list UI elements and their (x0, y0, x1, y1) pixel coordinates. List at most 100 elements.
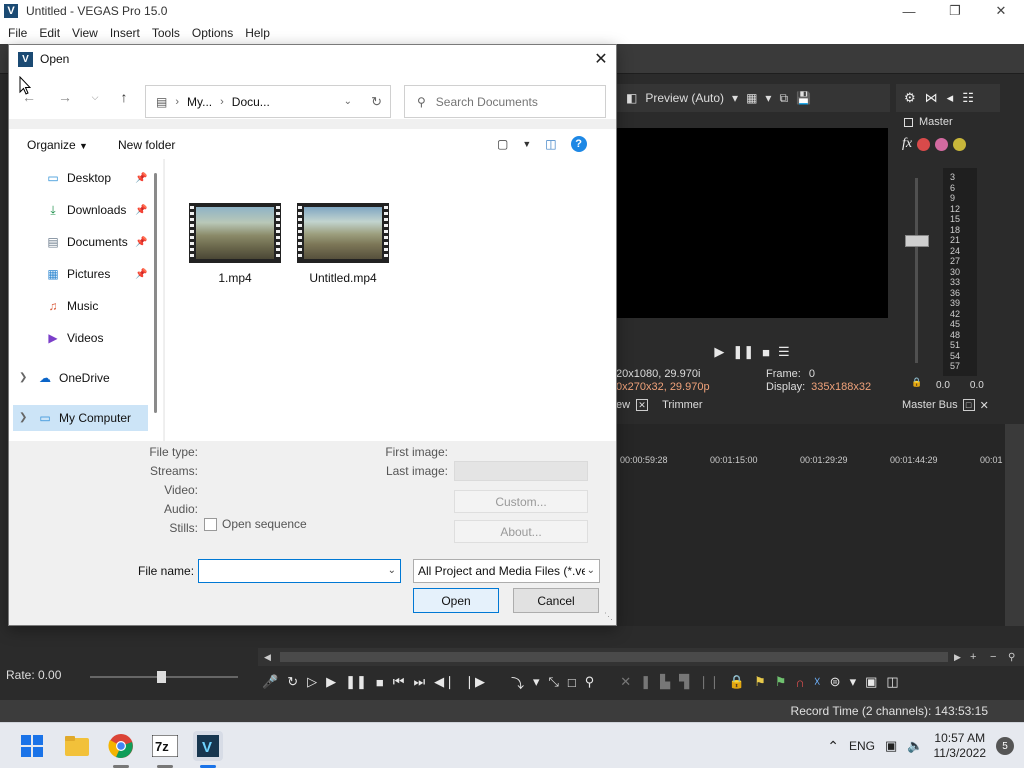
play-icon[interactable]: ▶ (714, 344, 724, 360)
fx-icon[interactable]: fx (902, 136, 912, 152)
rate-slider-knob[interactable] (157, 671, 166, 683)
selection-tool-icon[interactable]: □ (568, 675, 576, 690)
gear-red-icon[interactable] (917, 137, 931, 151)
delete-icon[interactable]: ✕ (620, 674, 631, 690)
file-item[interactable]: 1.mp4 (187, 203, 283, 285)
up-arrow-icon[interactable]: ↑ (114, 87, 134, 107)
forward-arrow-icon[interactable]: → (55, 87, 75, 107)
menu-file[interactable]: File (2, 26, 33, 40)
navigation-pane-scrollbar[interactable] (154, 173, 157, 413)
gear-icon[interactable]: ⚙ (904, 90, 916, 106)
solo-icon[interactable] (953, 137, 967, 151)
master-fader-track[interactable] (915, 178, 918, 363)
menu-options[interactable]: Options (186, 26, 239, 40)
open-sequence-option[interactable]: Open sequence (204, 517, 307, 531)
menu-help[interactable]: Help (239, 26, 276, 40)
help-icon[interactable]: ? (570, 136, 587, 152)
snap-icon[interactable]: ∩ (795, 675, 804, 690)
view-mode-icon[interactable]: ▢ (497, 137, 508, 151)
auto-crossfade-icon[interactable]: ☓ (814, 674, 821, 690)
search-box[interactable]: ⚲ (404, 85, 606, 118)
expand-chevron-icon[interactable]: ❯ (19, 412, 27, 423)
ignore-grouping-icon[interactable]: ◫ (886, 674, 898, 690)
language-indicator[interactable]: ENG (849, 739, 875, 753)
menu-view[interactable]: View (66, 26, 104, 40)
preview-quality-dropdown[interactable]: Preview (Auto) (645, 91, 724, 105)
speaker-icon[interactable]: ◂ (947, 90, 954, 106)
zoom-in-icon[interactable]: + (970, 651, 976, 663)
master-checkbox-icon[interactable] (904, 117, 913, 127)
dialog-close-button[interactable]: ✕ (586, 45, 616, 73)
preview-pane-icon[interactable]: ◫ (545, 137, 556, 151)
close-icon[interactable]: ✕ (980, 399, 989, 412)
address-bar[interactable]: ▤ › My... › Docu... ⌄ ↻ (145, 85, 391, 118)
minimize-button[interactable]: — (886, 0, 932, 22)
7zip-icon[interactable]: 7z (150, 731, 180, 761)
envelope-tool-icon[interactable]: ⤡ (548, 674, 558, 690)
lock-icon[interactable]: 🔒 (911, 377, 922, 388)
stop-icon[interactable]: ■ (762, 345, 770, 360)
marker-icon[interactable]: ⚑ (754, 674, 766, 690)
chevron-up-icon[interactable]: ⌃ (827, 738, 839, 755)
zoom-out-icon[interactable]: − (990, 651, 996, 663)
pause-icon[interactable]: ❚❚ (345, 674, 367, 690)
previous-frame-icon[interactable]: ◀❘ (434, 674, 455, 690)
close-icon[interactable]: ✕ (636, 399, 649, 411)
chevron-down-icon[interactable]: ▾ (850, 674, 857, 690)
scroll-right-icon[interactable]: ▶ (954, 652, 961, 663)
timeline-ruler[interactable]: 00:00:59:28 00:01:15:00 00:01:29:29 00:0… (616, 450, 1006, 470)
chrome-icon[interactable] (106, 731, 136, 761)
float-icon[interactable]: □ (962, 399, 975, 411)
lock-icon[interactable]: 🔒 (729, 674, 745, 690)
go-to-end-icon[interactable]: ⏭ (413, 674, 425, 690)
file-list-pane[interactable]: 1.mp4 Untitled.mp4 (164, 159, 616, 441)
split-icon[interactable]: ❘❘ (698, 674, 720, 690)
file-type-filter[interactable]: All Project and Media Files (*.ve ⌄ (413, 559, 600, 583)
chevron-down-icon[interactable]: ▾ (765, 91, 771, 105)
volume-icon[interactable]: 🔈 (907, 738, 923, 754)
trim-end-icon[interactable]: ▜ (679, 674, 689, 690)
nav-item-documents[interactable]: ▤ Documents (45, 231, 127, 253)
nav-item-my-computer[interactable]: ▭ My Computer (37, 407, 131, 429)
chevron-down-icon[interactable]: ▾ (732, 91, 738, 105)
master-bus-tab[interactable]: Master Bus □ ✕ (896, 396, 1000, 414)
play-icon[interactable]: ▶ (326, 674, 336, 690)
go-to-start-icon[interactable]: ⏮ (393, 674, 405, 690)
open-button[interactable]: Open (413, 588, 499, 613)
file-name-input[interactable] (199, 560, 379, 582)
restore-button[interactable]: ❐ (932, 0, 978, 22)
ripple-edit-icon[interactable]: ⊜ (830, 674, 841, 690)
breadcrumb-chevron-icon[interactable]: › (220, 96, 224, 108)
menu-edit[interactable]: Edit (33, 26, 66, 40)
play-from-start-icon[interactable]: ▷ (307, 674, 317, 690)
stop-icon[interactable]: ■ (376, 675, 384, 690)
chevron-down-icon[interactable]: ⌄ (388, 565, 396, 576)
pin-icon[interactable]: 📌 (135, 173, 147, 184)
nav-item-videos[interactable]: ▶ Videos (45, 327, 103, 349)
resize-grip-icon[interactable]: ⋱ (604, 611, 613, 622)
nav-item-music[interactable]: ♫ Music (45, 295, 99, 317)
nav-item-onedrive[interactable]: ☁ OneDrive (37, 367, 110, 389)
windows-start-icon[interactable] (17, 731, 47, 761)
nav-item-downloads[interactable]: ⤓ Downloads (45, 199, 126, 221)
menu-insert[interactable]: Insert (104, 26, 146, 40)
open-sequence-checkbox[interactable] (204, 517, 217, 531)
tab-video-preview[interactable]: ew (616, 399, 630, 411)
file-item[interactable]: Untitled.mp4 (295, 203, 391, 285)
scroll-thumb[interactable] (280, 652, 948, 662)
tab-trimmer[interactable]: Trimmer (662, 399, 703, 411)
pin-icon[interactable]: 📌 (135, 205, 147, 216)
chevron-down-icon[interactable]: ▾ (533, 674, 540, 690)
chevron-down-icon[interactable]: ⌄ (584, 565, 595, 576)
organize-button[interactable]: Organize ▼ (27, 138, 88, 152)
recent-locations-chevron-icon[interactable]: ⌵ (85, 87, 105, 107)
bowtie-icon[interactable]: ⋈ (925, 90, 938, 106)
master-fader-knob[interactable] (905, 235, 929, 247)
scroll-left-icon[interactable]: ◀ (264, 652, 271, 663)
loop-icon[interactable]: ↻ (287, 674, 298, 690)
trim-start-icon[interactable]: ▙ (660, 674, 670, 690)
edit-tool-icon[interactable]: ⤵ (511, 673, 524, 692)
timeline-horizontal-scrollbar[interactable]: ◀ ▶ + − ⚲ (258, 648, 1024, 666)
zoom-icon[interactable]: ⚲ (1008, 652, 1015, 663)
close-button[interactable]: ✕ (978, 0, 1024, 22)
